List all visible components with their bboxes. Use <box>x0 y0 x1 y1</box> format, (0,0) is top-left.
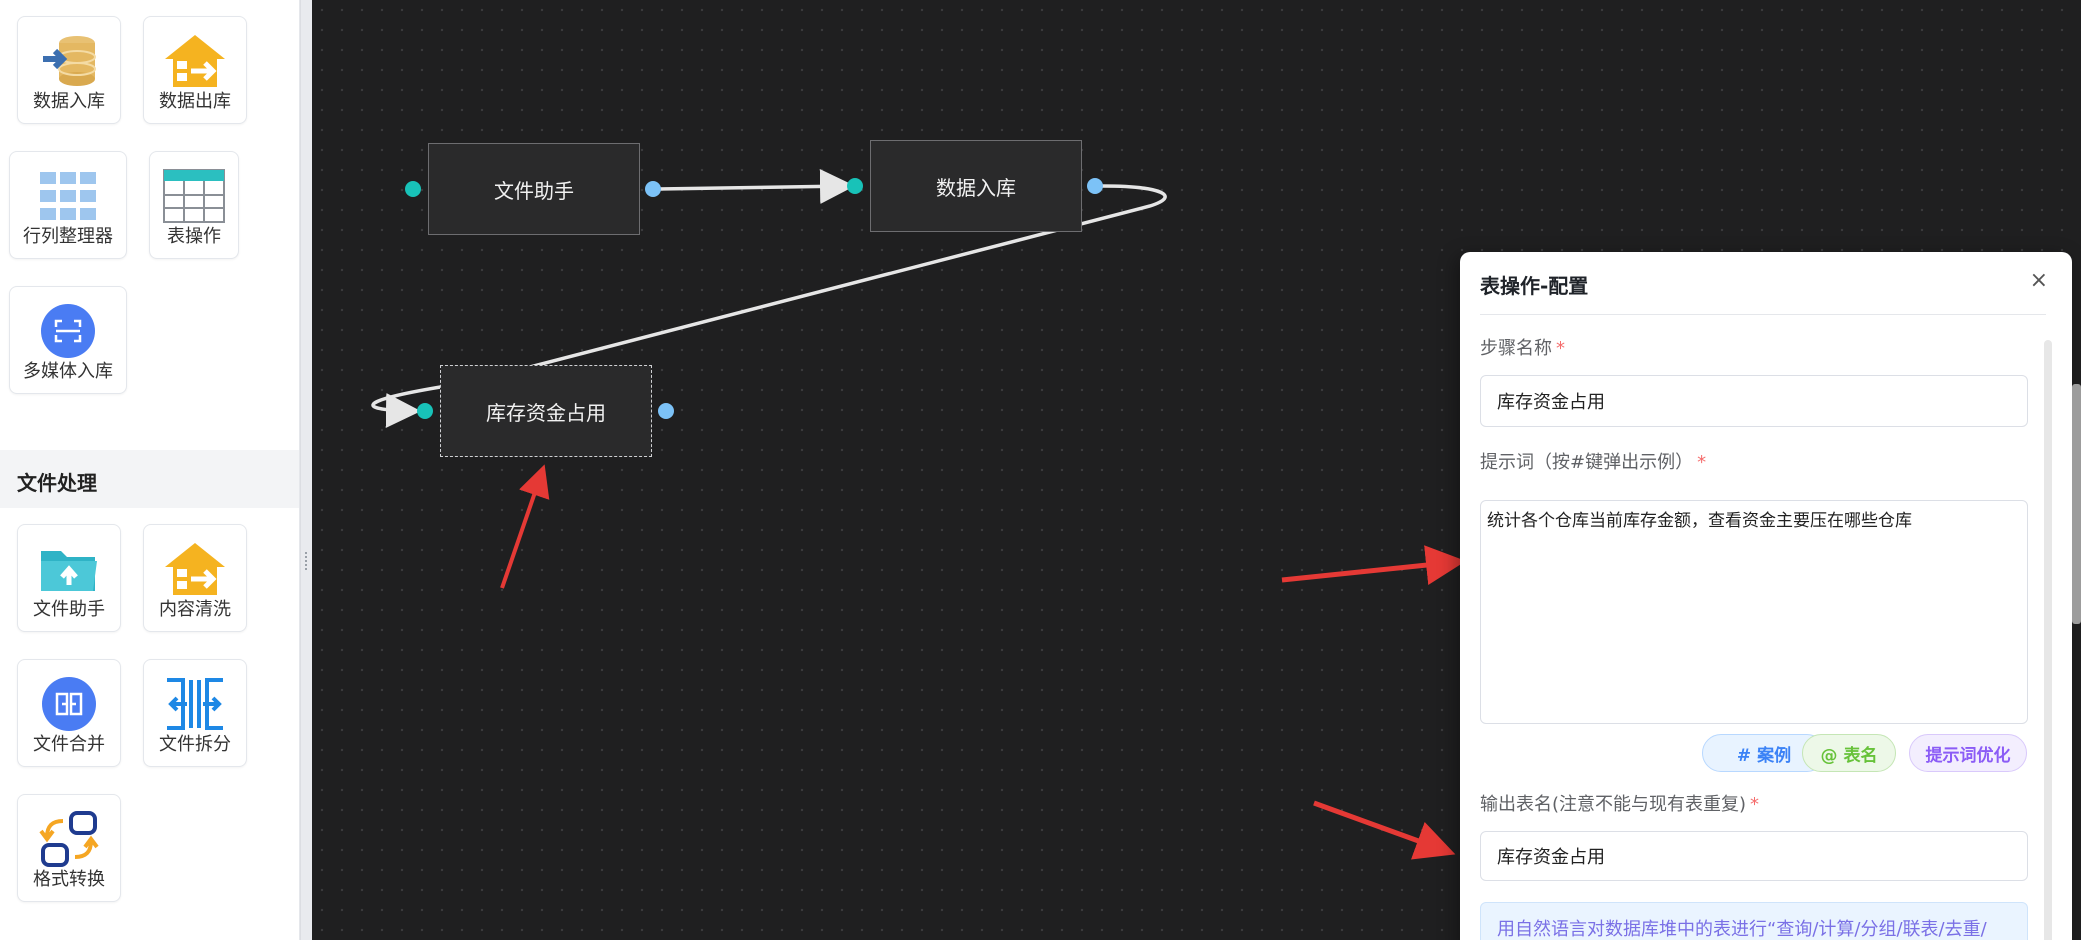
tile-data-export[interactable]: 数据出库 <box>143 16 247 124</box>
tile-data-import[interactable]: 数据入库 <box>17 16 121 124</box>
input-port[interactable] <box>405 181 421 197</box>
node-label: 文件助手 <box>494 178 574 203</box>
step-name-input[interactable]: 库存资金占用 <box>1480 375 2028 427</box>
edge-file-assistant-to-data-import <box>657 168 855 204</box>
table-name-button[interactable]: @ 表名 <box>1802 734 1896 772</box>
panel-scrollbar[interactable] <box>2044 340 2052 940</box>
tile-label: 文件助手 <box>33 599 105 620</box>
help-tip: 用自然语言对数据库堆中的表进行“查询/计算/分组/联表/去重/ <box>1480 902 2028 940</box>
divider <box>1480 314 2046 315</box>
tile-label: 数据出库 <box>159 91 231 112</box>
label-text: 提示词（按#键弹出示例） <box>1480 452 1694 473</box>
media-scan-icon <box>41 304 95 358</box>
label-text: 步骤名称 <box>1480 338 1552 359</box>
annotation-arrow-node <box>500 464 550 589</box>
output-port[interactable] <box>658 403 674 419</box>
tile-table-ops[interactable]: 表操作 <box>149 151 239 259</box>
merge-icon <box>42 677 96 731</box>
step-name-label: 步骤名称 * <box>1480 334 1565 360</box>
tile-label: 格式转换 <box>33 869 105 890</box>
tile-label: 表操作 <box>167 226 221 247</box>
tile-content-clean[interactable]: 内容清洗 <box>143 524 247 632</box>
warehouse-clean-icon <box>165 543 225 595</box>
prompt-label: 提示词（按#键弹出示例） * <box>1480 448 1706 474</box>
prompt-optimize-button[interactable]: 提示词优化 <box>1909 734 2027 772</box>
database-import-icon <box>43 36 96 86</box>
node-label: 库存资金占用 <box>486 400 606 425</box>
output-port[interactable] <box>1087 178 1103 194</box>
tile-file-merge[interactable]: 文件合并 <box>17 659 121 767</box>
warehouse-export-icon <box>165 35 225 87</box>
component-sidebar: 数据入库 数据出库 行列整理器 表操作 多媒体入库 文件处理 文件助手 内容清洗… <box>0 0 300 940</box>
tile-row-col-organizer[interactable]: 行列整理器 <box>9 151 127 259</box>
convert-icon <box>39 811 99 867</box>
node-inventory-capital[interactable]: 库存资金占用 <box>440 365 652 457</box>
tile-file-split[interactable]: 文件拆分 <box>143 659 247 767</box>
tile-label: 内容清洗 <box>159 599 231 620</box>
tile-format-convert[interactable]: 格式转换 <box>17 794 121 902</box>
node-data-import[interactable]: 数据入库 <box>870 140 1082 232</box>
panel-title: 表操作-配置 <box>1480 274 1589 298</box>
folder-upload-icon <box>41 551 97 591</box>
annotation-arrow-output <box>1313 800 1456 860</box>
output-table-label: 输出表名(注意不能与现有表重复) * <box>1480 790 1759 816</box>
close-icon[interactable]: × <box>2030 268 2048 293</box>
sidebar-resize-handle[interactable] <box>300 0 312 940</box>
tile-label: 文件合并 <box>33 734 105 755</box>
grip-icon <box>305 552 307 570</box>
input-port[interactable] <box>417 403 433 419</box>
split-icon <box>167 678 223 730</box>
page-scrollbar-thumb[interactable] <box>2072 384 2081 624</box>
prompt-textarea[interactable]: 统计各个仓库当前库存金额，查看资金主要压在哪些仓库 <box>1480 500 2028 724</box>
tile-label: 多媒体入库 <box>23 361 113 382</box>
node-file-assistant[interactable]: 文件助手 <box>428 143 640 235</box>
output-table-input[interactable]: 库存资金占用 <box>1480 831 2028 881</box>
node-label: 数据入库 <box>936 175 1016 200</box>
label-text: 输出表名(注意不能与现有表重复) <box>1480 794 1747 815</box>
tile-label: 行列整理器 <box>23 226 113 247</box>
required-mark: * <box>1697 452 1707 473</box>
table-icon <box>163 169 225 223</box>
output-port[interactable] <box>645 181 661 197</box>
annotation-arrow-prompt <box>1281 545 1466 585</box>
tile-label: 文件拆分 <box>159 734 231 755</box>
tile-media-import[interactable]: 多媒体入库 <box>9 286 127 394</box>
grid-organizer-icon <box>40 172 96 220</box>
input-port[interactable] <box>847 178 863 194</box>
tile-label: 数据入库 <box>33 91 105 112</box>
config-panel: 表操作-配置 × 步骤名称 * 库存资金占用 提示词（按#键弹出示例） * 统计各个… <box>1460 252 2072 940</box>
required-mark: * <box>1750 794 1760 815</box>
section-title: 文件处理 <box>17 471 97 495</box>
required-mark: * <box>1556 338 1565 359</box>
section-file-processing[interactable]: 文件处理 <box>0 450 299 508</box>
tile-file-assistant[interactable]: 文件助手 <box>17 524 121 632</box>
